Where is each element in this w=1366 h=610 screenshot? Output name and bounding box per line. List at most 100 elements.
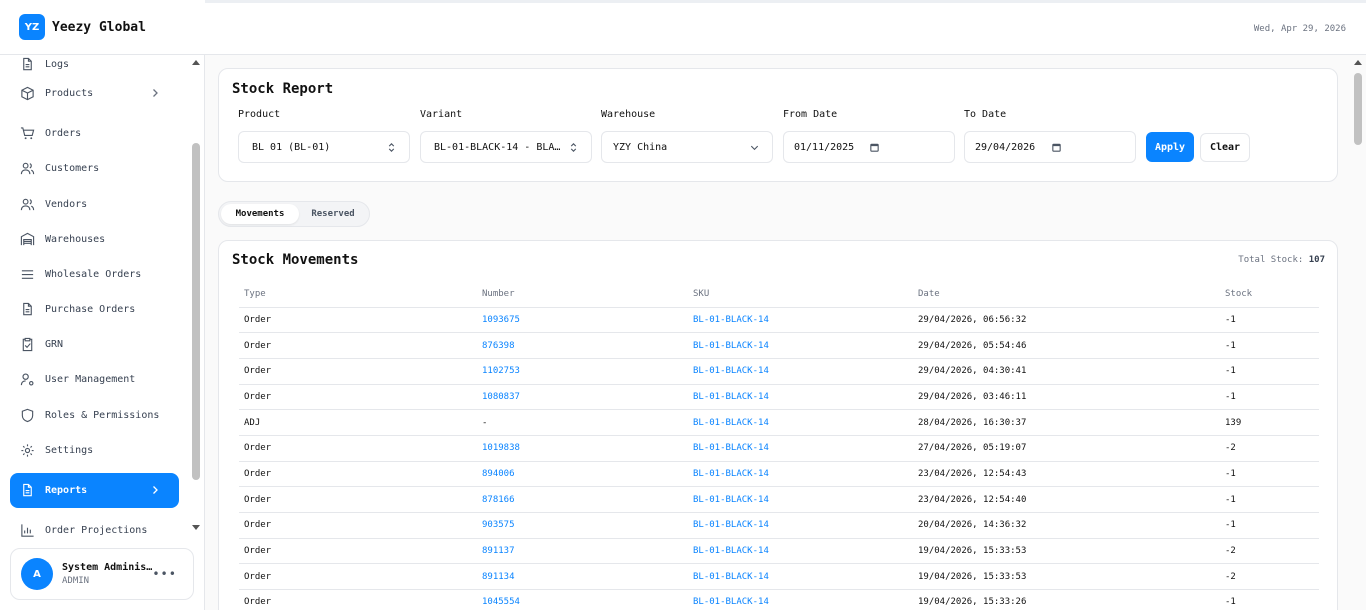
cell-number: - [477, 409, 688, 436]
table-row: Order 894006 BL-01-BLACK-14 23/04/2026, 12:… [239, 461, 1319, 488]
cell-number[interactable]: 878166 [477, 486, 688, 513]
sidebar-item-orders[interactable]: Orders [10, 116, 179, 151]
sidebar-item-products[interactable]: Products [10, 76, 179, 111]
sidebar-item-label: Orders [45, 128, 82, 139]
cell-number[interactable]: 894006 [477, 461, 688, 488]
cell-sku[interactable]: BL-01-BLACK-14 [688, 461, 913, 488]
apply-button[interactable]: Apply [1146, 132, 1194, 162]
to-date-field: To Date [964, 109, 1006, 120]
list-icon [20, 267, 35, 282]
cell-sku[interactable]: BL-01-BLACK-14 [688, 435, 913, 462]
calendar-icon[interactable] [1051, 142, 1062, 153]
tab-reserved[interactable]: Reserved [299, 204, 367, 224]
cell-sku[interactable]: BL-01-BLACK-14 [688, 486, 913, 513]
file-icon [20, 57, 35, 72]
user-card[interactable]: A System Administrator ADMIN ••• [10, 548, 194, 600]
cell-sku[interactable]: BL-01-BLACK-14 [688, 589, 913, 610]
sidebar: Logs Products Orders Customers Vendors Wareho… [0, 0, 205, 610]
tab-movements[interactable]: Movements [221, 204, 299, 224]
chart-icon [20, 523, 35, 538]
view-tabs: Movements Reserved [218, 201, 370, 227]
from-date-value: 01/11/2025 [794, 141, 855, 153]
sidebar-item-label: Logs [45, 59, 70, 70]
sidebar-item-wholesale-orders[interactable]: Wholesale Orders [10, 257, 179, 292]
box-icon [20, 86, 35, 101]
table-row: Order 876398 BL-01-BLACK-14 29/04/2026, 05:… [239, 332, 1319, 359]
cell-date: 20/04/2026, 14:36:32 [913, 512, 1220, 539]
cell-number[interactable]: 891137 [477, 538, 688, 565]
cell-stock: -2 [1220, 563, 1319, 591]
clear-button[interactable]: Clear [1200, 133, 1250, 162]
users-icon [20, 197, 35, 212]
cell-number[interactable]: 1080837 [477, 384, 688, 411]
cell-sku[interactable]: BL-01-BLACK-14 [688, 512, 913, 539]
sidebar-item-settings[interactable]: Settings [10, 433, 179, 468]
cell-number[interactable]: 1093675 [477, 307, 688, 334]
section-title: Stock Movements [232, 252, 359, 268]
sidebar-item-roles-permissions[interactable]: Roles & Permissions [10, 398, 179, 433]
variant-select[interactable]: BL-01-BLACK-14 - BLACK / 14 [420, 131, 592, 163]
sidebar-item-grn[interactable]: GRN [10, 327, 179, 362]
column-header-number[interactable]: Number [477, 282, 688, 308]
cell-sku[interactable]: BL-01-BLACK-14 [688, 307, 913, 334]
cell-sku[interactable]: BL-01-BLACK-14 [688, 538, 913, 565]
cell-date: 23/04/2026, 12:54:43 [913, 461, 1220, 488]
cell-number[interactable]: 876398 [477, 332, 688, 359]
cell-number[interactable]: 1045554 [477, 589, 688, 610]
calendar-icon[interactable] [869, 142, 880, 153]
table-row: ADJ - BL-01-BLACK-14 28/04/2026, 16:30:37 13… [239, 409, 1319, 436]
sidebar-item-label: Vendors [45, 199, 88, 210]
cell-number[interactable]: 1102753 [477, 358, 688, 385]
table-row: Order 1093675 BL-01-BLACK-14 29/04/2026, 06… [239, 307, 1319, 334]
column-header-type[interactable]: Type [239, 282, 477, 308]
users-icon [20, 161, 35, 176]
cell-number[interactable]: 891134 [477, 563, 688, 591]
cell-type: Order [239, 461, 477, 488]
from-date-input[interactable]: 01/11/2025 [783, 131, 955, 163]
scroll-down-arrow-icon[interactable] [192, 525, 200, 530]
more-icon[interactable]: ••• [152, 567, 177, 581]
cell-date: 19/04/2026, 15:33:53 [913, 563, 1220, 591]
variant-label: Variant [420, 109, 463, 120]
from-date-field: From Date [783, 109, 837, 120]
product-select[interactable]: BL 01 (BL-01) [238, 131, 410, 163]
scroll-up-arrow-icon[interactable] [192, 60, 200, 65]
sidebar-item-customers[interactable]: Customers [10, 151, 179, 186]
cell-stock: -1 [1220, 358, 1319, 385]
column-header-sku[interactable]: SKU [688, 282, 913, 308]
cell-type: Order [239, 435, 477, 462]
clipboard-icon [20, 337, 35, 352]
to-date-value: 29/04/2026 [975, 141, 1036, 153]
stock-movements-card: Stock Movements Total Stock: 107 Type Nu… [218, 240, 1338, 610]
sidebar-scrollbar[interactable] [192, 60, 200, 530]
brand[interactable]: YZ Yeezy Global [0, 0, 205, 55]
cell-sku[interactable]: BL-01-BLACK-14 [688, 563, 913, 591]
column-header-date[interactable]: Date [913, 282, 1220, 308]
variant-field: Variant [420, 109, 462, 120]
cell-number[interactable]: 1019838 [477, 435, 688, 462]
cell-sku[interactable]: BL-01-BLACK-14 [688, 384, 913, 411]
scroll-up-arrow-icon[interactable] [1354, 60, 1362, 65]
cell-date: 23/04/2026, 12:54:40 [913, 486, 1220, 513]
cart-icon [20, 126, 35, 141]
warehouse-select[interactable]: YZY China [601, 131, 773, 163]
sidebar-item-warehouses[interactable]: Warehouses [10, 222, 179, 257]
column-header-stock[interactable]: Stock [1220, 282, 1319, 308]
sidebar-item-vendors[interactable]: Vendors [10, 187, 179, 222]
sidebar-item-label: Warehouses [45, 234, 106, 245]
sidebar-item-user-management[interactable]: User Management [10, 362, 179, 397]
sidebar-item-purchase-orders[interactable]: Purchase Orders [10, 292, 179, 327]
main-scroll-thumb[interactable] [1354, 73, 1362, 145]
sidebar-item-reports[interactable]: Reports [10, 473, 179, 508]
main-scrollbar[interactable] [1352, 60, 1362, 610]
brand-logo: YZ [19, 14, 45, 40]
sidebar-scroll-thumb[interactable] [192, 143, 200, 480]
avatar: A [21, 558, 53, 590]
cell-sku[interactable]: BL-01-BLACK-14 [688, 409, 913, 436]
cell-number[interactable]: 903575 [477, 512, 688, 539]
cell-sku[interactable]: BL-01-BLACK-14 [688, 332, 913, 359]
top-header: Wed, Apr 29, 2026 [205, 0, 1366, 55]
sidebar-item-order-projections[interactable]: Order Projections [10, 513, 179, 540]
cell-sku[interactable]: BL-01-BLACK-14 [688, 358, 913, 385]
to-date-input[interactable]: 29/04/2026 [964, 131, 1136, 163]
